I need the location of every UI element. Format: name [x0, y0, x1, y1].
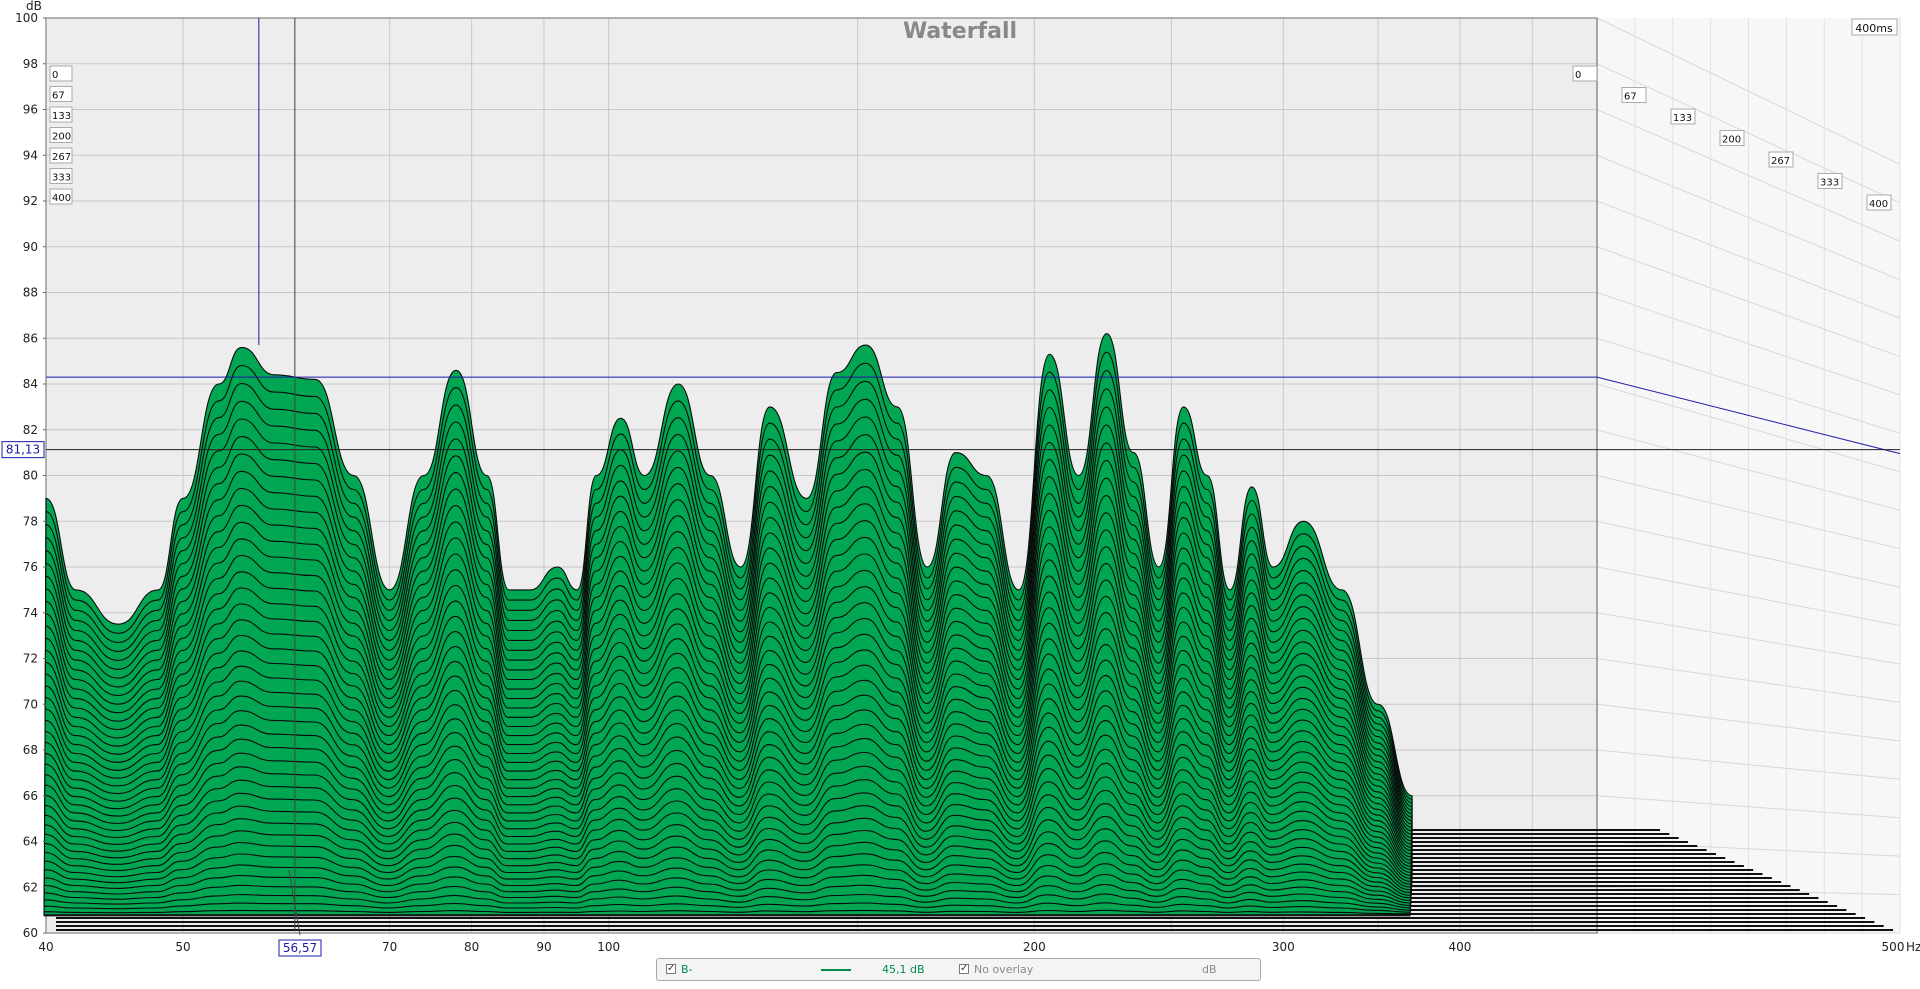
y-tick-label: 86	[23, 331, 38, 345]
x-tick-label: 40	[38, 940, 53, 954]
slice-label-right: 333	[1820, 178, 1839, 189]
y-tick-label: 100	[15, 11, 38, 25]
y-tick-label: 74	[23, 606, 38, 620]
y-tick-label: 96	[23, 103, 38, 117]
legend-series-swatch	[821, 969, 851, 971]
y-tick-label: 94	[23, 148, 38, 162]
x-tick-label: 500	[1882, 940, 1905, 954]
slice-label: 333	[52, 173, 71, 184]
y-tick-label: 88	[23, 286, 38, 300]
legend-series-label: B-	[681, 963, 693, 976]
x-tick-label: 300	[1272, 940, 1295, 954]
slice-label: 400	[52, 193, 71, 204]
slice-label-right: 200	[1722, 135, 1741, 146]
x-tick-label: 90	[536, 940, 551, 954]
y-tick-label: 80	[23, 469, 38, 483]
y-tick-label: 66	[23, 789, 38, 803]
waterfall-chart[interactable]: Waterfall 60 62 64 66 68 70 72 74 76 78 80 82 84 86 88 9…	[0, 0, 1920, 985]
legend-bar: ✓ B- 45,1 dB ✓ No overlay dB	[656, 958, 1261, 981]
y-tick-label: 92	[23, 194, 38, 208]
legend-overlay-value: dB	[1202, 963, 1217, 976]
waterfall-window: Waterfall 60 62 64 66 68 70 72 74 76 78 80 82 84 86 88 9…	[0, 0, 1920, 985]
legend-series-value: 45,1 dB	[882, 963, 925, 976]
x-tick-label: 200	[1023, 940, 1046, 954]
slice-label-right: 0	[1575, 70, 1581, 81]
y-tick-label: 70	[23, 697, 38, 711]
y-tick-label: 64	[23, 835, 38, 849]
x-tick-label: 80	[464, 940, 479, 954]
x-unit-label: Hz	[1906, 940, 1920, 954]
cursor-y-readout: 81,13	[6, 443, 40, 457]
slice-label: 67	[52, 91, 65, 102]
y-tick-label: 82	[23, 423, 38, 437]
y-tick-label: 84	[23, 377, 38, 391]
x-tick-label: 70	[382, 940, 397, 954]
y-tick-label: 68	[23, 743, 38, 757]
y-tick-label: 72	[23, 652, 38, 666]
y-tick-label: 76	[23, 560, 38, 574]
slice-label: 267	[52, 152, 71, 163]
y-tick-label: 98	[23, 57, 38, 71]
y-tick-label: 62	[23, 880, 38, 894]
slice-label-right: 267	[1771, 156, 1790, 167]
y-tick-label: 90	[23, 240, 38, 254]
chart-title: Waterfall	[903, 19, 1017, 44]
legend-overlay-label: No overlay	[974, 963, 1034, 976]
slice-label: 133	[52, 111, 71, 122]
slice-label-right: 133	[1673, 113, 1692, 124]
time-unit-label: 400ms	[1855, 22, 1893, 35]
slice-label-right: 67	[1624, 92, 1637, 103]
slice-label-right: 400	[1869, 199, 1888, 210]
y-tick-label: 60	[23, 926, 38, 940]
y-unit-label: dB	[26, 0, 42, 13]
cursor-x-readout: 56,57	[283, 941, 317, 955]
x-tick-label: 400	[1449, 940, 1472, 954]
x-tick-label: 100	[597, 940, 620, 954]
overlay-checkbox[interactable]: ✓	[959, 964, 969, 974]
x-tick-label: 50	[175, 940, 190, 954]
series-checkbox[interactable]: ✓	[666, 964, 676, 974]
y-tick-label: 78	[23, 514, 38, 528]
slice-label: 200	[52, 132, 71, 143]
slice-label: 0	[52, 70, 58, 81]
